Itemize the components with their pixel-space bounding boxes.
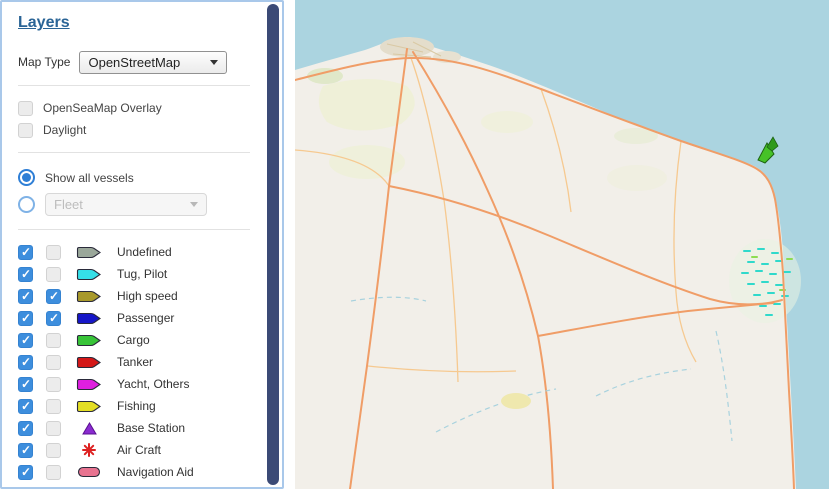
farmland-patch [607, 165, 667, 191]
vessel-show-checkbox[interactable] [18, 464, 33, 480]
vessel-highlight-checkbox[interactable] [46, 266, 61, 282]
vessel-show-checkbox[interactable] [18, 288, 33, 304]
vessel-show-checkbox[interactable] [18, 442, 33, 458]
vessel-type-list: Undefined Tug, Pilot High speed Passenge… [18, 241, 250, 483]
layers-title-link[interactable]: Layers [18, 14, 70, 32]
vessel-type-row: Air Craft [18, 439, 250, 461]
vessel-type-label: Undefined [117, 245, 172, 259]
vessel-type-icon [74, 443, 104, 457]
vessel-type-label: Yacht, Others [117, 377, 190, 391]
vessel-type-icon [74, 246, 104, 259]
vessel-show-checkbox[interactable] [18, 244, 33, 260]
vessel-show-checkbox[interactable] [18, 420, 33, 436]
fleet-row: Fleet [18, 191, 250, 218]
openseamap-overlay-checkbox[interactable] [18, 100, 33, 116]
vessel-type-row: Cargo [18, 329, 250, 351]
map-svg [295, 0, 829, 489]
vessel-type-row: Navigation Aid [18, 461, 250, 483]
daylight-label: Daylight [43, 123, 87, 137]
map-type-selected-value: OpenStreetMap [88, 54, 181, 70]
show-all-vessels-row: Show all vessels [18, 164, 250, 191]
vessel-type-row: Passenger [18, 307, 250, 329]
show-all-vessels-label: Show all vessels [45, 170, 134, 185]
vessel-show-checkbox[interactable] [18, 376, 33, 392]
openseamap-overlay-label: OpenSeaMap Overlay [43, 101, 162, 115]
vessel-show-checkbox[interactable] [18, 354, 33, 370]
vessel-highlight-checkbox[interactable] [46, 398, 61, 414]
sand-area [501, 393, 531, 409]
vessel-type-row: High speed [18, 285, 250, 307]
vessel-show-checkbox[interactable] [18, 332, 33, 348]
daylight-row: Daylight [18, 119, 250, 141]
vessel-show-checkbox[interactable] [18, 398, 33, 414]
vessel-type-label: High speed [117, 289, 178, 303]
layers-panel: Layers Map Type OpenStreetMap OpenSeaMap… [0, 0, 284, 489]
vessel-type-row: Tanker [18, 351, 250, 373]
vessel-highlight-checkbox[interactable] [46, 442, 61, 458]
vessel-type-label: Fishing [117, 399, 156, 413]
app-window: Layers Map Type OpenStreetMap OpenSeaMap… [0, 0, 829, 489]
vessel-highlight-checkbox[interactable] [46, 288, 61, 304]
layers-panel-content: Layers Map Type OpenStreetMap OpenSeaMap… [2, 2, 264, 489]
vessel-type-icon [74, 268, 104, 281]
vessel-type-icon [74, 334, 104, 347]
vessel-type-label: Navigation Aid [117, 465, 194, 479]
vessel-type-label: Air Craft [117, 443, 162, 457]
vessel-type-label: Passenger [117, 311, 175, 325]
vessel-type-icon [74, 290, 104, 303]
map-type-label: Map Type [18, 55, 71, 69]
divider [18, 229, 250, 230]
vessel-highlight-checkbox[interactable] [46, 310, 61, 326]
map-canvas[interactable] [295, 0, 829, 489]
vessel-type-row: Tug, Pilot [18, 263, 250, 285]
vessel-type-icon [74, 378, 104, 391]
vessel-type-icon [74, 421, 104, 435]
daylight-checkbox[interactable] [18, 122, 33, 138]
vessel-type-icon [74, 312, 104, 325]
divider [18, 85, 250, 86]
vessel-type-icon [74, 466, 104, 478]
fleet-placeholder: Fleet [54, 197, 83, 212]
vessel-show-checkbox[interactable] [18, 310, 33, 326]
map-type-select[interactable]: OpenStreetMap [79, 50, 228, 74]
vessel-show-checkbox[interactable] [18, 266, 33, 282]
openseamap-overlay-row: OpenSeaMap Overlay [18, 97, 250, 119]
vessel-type-row: Undefined [18, 241, 250, 263]
vessel-type-label: Tug, Pilot [117, 267, 168, 281]
vessel-highlight-checkbox[interactable] [46, 420, 61, 436]
farmland-patch [481, 111, 533, 133]
fleet-radio[interactable] [18, 196, 35, 213]
vessel-type-icon [74, 400, 104, 413]
vessel-type-label: Base Station [117, 421, 186, 435]
vessel-type-label: Cargo [117, 333, 150, 347]
vessel-highlight-checkbox[interactable] [46, 332, 61, 348]
vessel-type-row: Fishing [18, 395, 250, 417]
vessel-type-row: Base Station [18, 417, 250, 439]
show-all-vessels-radio[interactable] [18, 169, 35, 186]
chevron-down-icon [210, 59, 219, 65]
vessel-highlight-checkbox[interactable] [46, 244, 61, 260]
chevron-down-icon [190, 202, 198, 207]
vessel-highlight-checkbox[interactable] [46, 376, 61, 392]
vessel-type-label: Tanker [117, 355, 154, 369]
vessel-highlight-checkbox[interactable] [46, 464, 61, 480]
map-type-row: Map Type OpenStreetMap [18, 50, 250, 74]
fleet-select[interactable]: Fleet [45, 193, 207, 216]
divider [18, 152, 250, 153]
vessel-type-row: Yacht, Others [18, 373, 250, 395]
vessel-type-icon [74, 356, 104, 369]
panel-scrollbar[interactable] [267, 4, 279, 485]
vessel-highlight-checkbox[interactable] [46, 354, 61, 370]
